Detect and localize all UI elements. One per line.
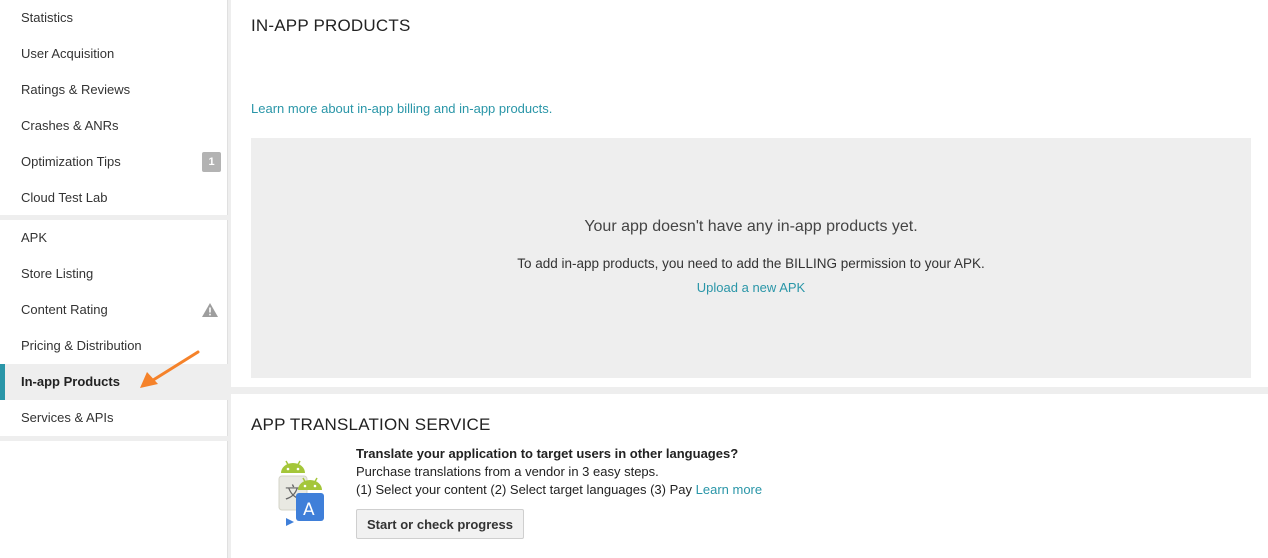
translation-description: Purchase translations from a vendor in 3… [356, 464, 659, 479]
sidebar-item-label: Statistics [21, 10, 74, 25]
sidebar-item-crashes-anrs[interactable]: Crashes & ANRs [0, 108, 228, 144]
translate-android-icon: 文 A [278, 460, 324, 526]
in-app-products-panel: IN-APP PRODUCTS Learn more about in-app … [231, 0, 1268, 387]
sidebar-item-services-apis[interactable]: Services & APIs [0, 400, 228, 436]
sidebar-item-label: Content Rating [21, 302, 108, 317]
learn-more-link[interactable]: Learn more [696, 482, 762, 497]
sidebar-item-label: Crashes & ANRs [21, 118, 119, 133]
nav-group-release: APK Store Listing Content Rating Pricing… [0, 220, 228, 436]
sidebar-item-statistics[interactable]: Statistics [0, 0, 228, 36]
sidebar-item-label: Store Listing [21, 266, 94, 281]
translation-headline: Translate your application to target use… [356, 446, 739, 461]
sidebar-item-content-rating[interactable]: Content Rating [0, 292, 228, 328]
learn-more-billing-link[interactable]: Learn more about in-app billing and in-a… [251, 101, 552, 116]
sidebar-item-label: Cloud Test Lab [21, 190, 108, 205]
svg-text:A: A [303, 500, 315, 520]
nav-group-analytics: Statistics User Acquisition Ratings & Re… [0, 0, 228, 215]
sidebar-item-label: Ratings & Reviews [21, 82, 131, 97]
translation-steps-text: (1) Select your content (2) Select targe… [356, 482, 693, 497]
sidebar-item-label: In-app Products [21, 374, 120, 389]
nav-group-empty [0, 441, 228, 558]
empty-state-title: Your app doesn't have any in-app product… [584, 218, 918, 235]
arrow-icon [140, 350, 200, 388]
main-content: IN-APP PRODUCTS Learn more about in-app … [231, 0, 1268, 558]
sidebar-item-apk[interactable]: APK [0, 220, 228, 256]
sidebar-item-label: User Acquisition [21, 46, 115, 61]
start-or-check-progress-button[interactable]: Start or check progress [356, 509, 524, 539]
sidebar-item-label: Optimization Tips [21, 154, 121, 169]
translation-service-panel: APP TRANSLATION SERVICE 文 A Translate yo… [231, 394, 1268, 558]
sidebar-item-store-listing[interactable]: Store Listing [0, 256, 228, 292]
upload-apk-link[interactable]: Upload a new APK [251, 280, 1251, 295]
count-badge: 1 [202, 152, 221, 172]
sidebar-item-label: APK [21, 230, 48, 245]
sidebar-nav: Statistics User Acquisition Ratings & Re… [0, 0, 228, 558]
warning-icon [202, 303, 218, 317]
sidebar-item-user-acquisition[interactable]: User Acquisition [0, 36, 228, 72]
empty-state-box: Your app doesn't have any in-app product… [251, 138, 1251, 378]
empty-state-text: To add in-app products, you need to add … [517, 256, 985, 271]
sidebar-item-label: Pricing & Distribution [21, 338, 142, 353]
sidebar-item-ratings-reviews[interactable]: Ratings & Reviews [0, 72, 228, 108]
sidebar-item-label: Services & APIs [21, 410, 114, 425]
sidebar-item-cloud-test-lab[interactable]: Cloud Test Lab [0, 180, 228, 216]
sidebar-item-optimization-tips[interactable]: Optimization Tips 1 [0, 144, 228, 180]
translation-steps: (1) Select your content (2) Select targe… [356, 482, 762, 497]
section-title: APP TRANSLATION SERVICE [251, 415, 491, 434]
page-title: IN-APP PRODUCTS [251, 16, 411, 35]
